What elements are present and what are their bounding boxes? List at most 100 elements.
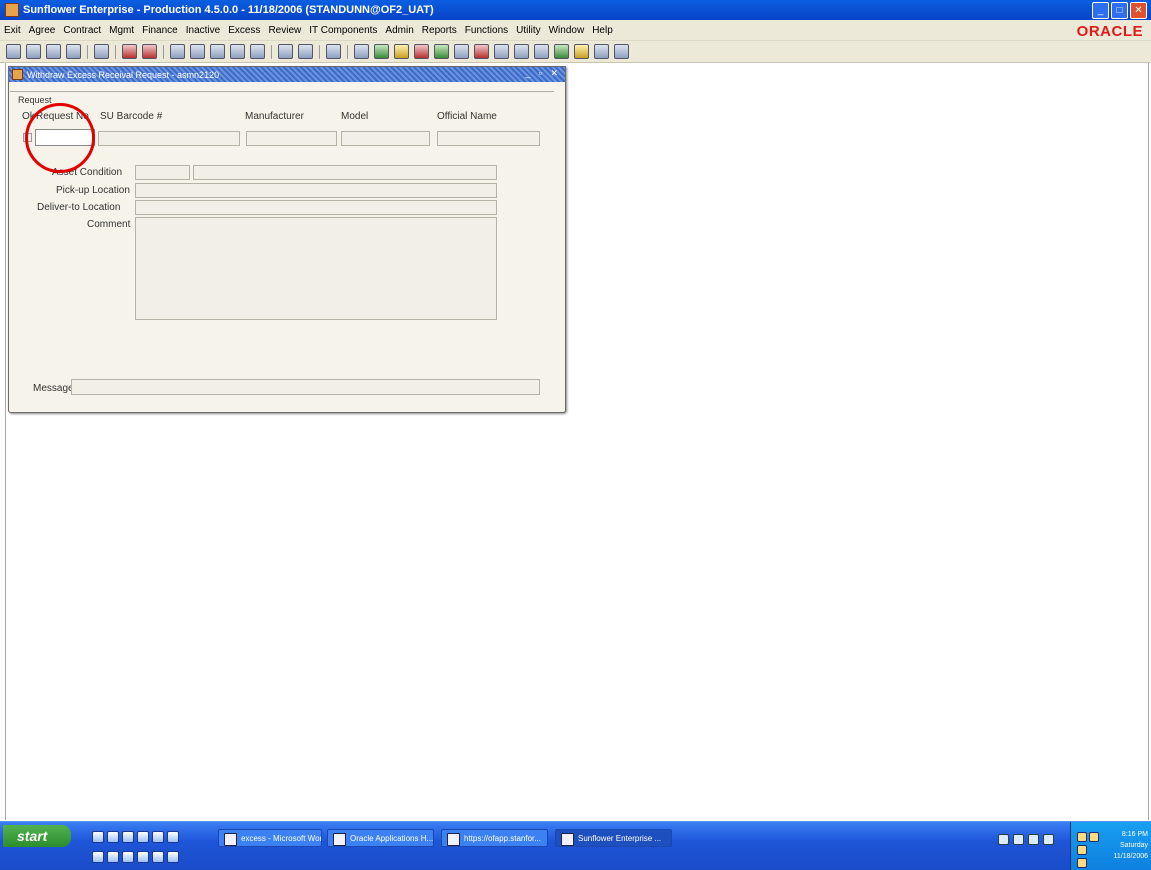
users-icon[interactable] [594,44,609,59]
comment-field[interactable] [135,217,497,320]
menu-exit[interactable]: Exit [0,25,25,36]
report-icon[interactable] [494,44,509,59]
menu-admin[interactable]: Admin [381,25,417,36]
oracle-logo: ORACLE [1076,23,1143,40]
menu-utility[interactable]: Utility [512,25,544,36]
asset-condition-desc-field[interactable] [193,165,497,180]
quicklaunch-icon[interactable] [152,851,164,863]
taskbar-item-word[interactable]: excess - Microsoft Word [218,829,322,847]
menu-excess[interactable]: Excess [224,25,264,36]
clock-area[interactable]: 8:16 PM Saturday 11/18/2006 [1070,822,1151,870]
up-arrow-icon[interactable] [122,44,137,59]
pickup-location-field[interactable] [135,183,497,198]
save-icon[interactable] [6,44,21,59]
clear-icon[interactable] [474,44,489,59]
asset-condition-code-field[interactable] [135,165,190,180]
app-title: Sunflower Enterprise - Production 4.5.0.… [23,4,434,16]
duplicate-record-icon[interactable] [250,44,265,59]
stop-icon[interactable] [414,44,429,59]
menu-finance[interactable]: Finance [138,25,182,36]
execute-query-icon[interactable] [190,44,205,59]
pickup-location-label: Pick-up Location [56,185,130,196]
notes-icon[interactable] [534,44,549,59]
quicklaunch-icon[interactable] [107,851,119,863]
enter-query-icon[interactable] [170,44,185,59]
quicklaunch-icon[interactable] [92,831,104,843]
tray-icon[interactable] [1028,834,1039,845]
menu-reports[interactable]: Reports [418,25,461,36]
tray-icon[interactable] [1013,834,1024,845]
taskbar-item-browser[interactable]: https://ofapp.stanfor... [441,829,548,847]
folder-icon[interactable] [394,44,409,59]
menu-review[interactable]: Review [264,25,305,36]
form-window-controls[interactable]: _ ▫ ✕ [525,68,561,79]
quicklaunch-icon[interactable] [92,851,104,863]
toggle-icon[interactable] [454,44,469,59]
grid-icon[interactable] [354,44,369,59]
official-name-field[interactable] [437,131,540,146]
form-window-icon [12,69,23,80]
print-setup-icon[interactable] [26,44,41,59]
insert-record-icon[interactable] [210,44,225,59]
list-icon[interactable] [278,44,293,59]
start-button[interactable]: start [3,825,71,847]
toolbar [0,41,1151,63]
request-group-label: Request [18,95,52,105]
quicklaunch-icon[interactable] [152,831,164,843]
cut-icon[interactable] [94,44,109,59]
tray-icon[interactable] [1077,858,1087,868]
down-arrow-icon[interactable] [142,44,157,59]
quicklaunch-icon[interactable] [137,851,149,863]
tray-icon[interactable] [1089,832,1099,842]
document-icon[interactable] [514,44,529,59]
form-window-titlebar[interactable]: Withdraw Excess Receival Request - asmn2… [9,67,565,82]
monitor-icon[interactable] [614,44,629,59]
menu-mgmt[interactable]: Mgmt [105,25,138,36]
tree-icon[interactable] [374,44,389,59]
model-field[interactable] [341,131,430,146]
col-model-header: Model [341,111,369,122]
close-button[interactable]: ✕ [1130,2,1147,19]
minimize-button[interactable]: _ [1092,2,1109,19]
quicklaunch-icon[interactable] [167,851,179,863]
menu-agree[interactable]: Agree [25,25,60,36]
quicklaunch-icon[interactable] [122,851,134,863]
toolbar-separator [347,44,348,59]
menu-help[interactable]: Help [588,25,617,36]
manufacturer-field[interactable] [246,131,337,146]
menu-contract[interactable]: Contract [59,25,105,36]
maximize-button[interactable]: □ [1111,2,1128,19]
message-field [71,379,540,395]
menu-inactive[interactable]: Inactive [182,25,224,36]
comment-label: Comment [87,219,131,230]
delete-record-icon[interactable] [230,44,245,59]
quicklaunch-icon[interactable] [167,831,179,843]
quicklaunch-icon[interactable] [137,831,149,843]
check-icon[interactable] [434,44,449,59]
menu-window[interactable]: Window [545,25,589,36]
browser-icon [447,833,460,846]
message-label: Message [33,383,74,394]
quicklaunch-icon[interactable] [122,831,134,843]
close-form-icon[interactable] [66,44,81,59]
taskbar-item-oracle-apps[interactable]: Oracle Applications H... [327,829,434,847]
highlight-circle [25,103,95,173]
menu-functions[interactable]: Functions [461,25,512,36]
quicklaunch-icon[interactable] [107,831,119,843]
col-manufacturer-header: Manufacturer [245,111,304,122]
edit-icon[interactable] [298,44,313,59]
globe-icon[interactable] [554,44,569,59]
help-icon[interactable] [326,44,341,59]
tray-icon[interactable] [1077,832,1087,842]
tray-icon[interactable] [1077,845,1087,855]
settings-icon[interactable] [574,44,589,59]
deliver-location-field[interactable] [135,200,497,215]
menu-it-components[interactable]: IT Components [305,25,381,36]
taskbar: start excess - Microsoft Word Oracle App… [0,821,1151,870]
taskbar-item-sunflower[interactable]: Sunflower Enterprise ... [555,829,672,847]
col-official-name-header: Official Name [437,111,497,122]
su-barcode-field[interactable] [98,131,240,146]
tray-icon[interactable] [1043,834,1054,845]
tray-icon[interactable] [998,834,1009,845]
print-icon[interactable] [46,44,61,59]
